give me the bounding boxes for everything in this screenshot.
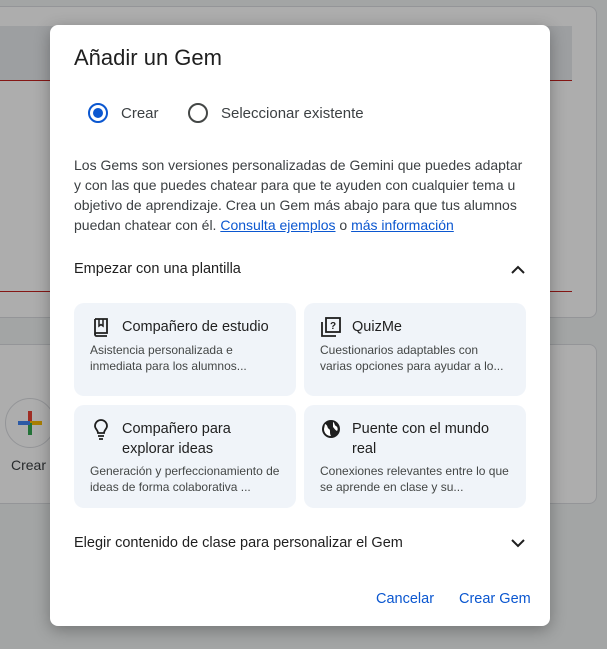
template-title: Compañero para explorar ideas [122,421,231,457]
chevron-up-icon[interactable] [510,261,526,277]
template-card-quizme[interactable]: ? QuizMe Cuestionarios adaptables con va… [304,303,526,396]
book-icon [90,316,112,338]
radio-create-label: Crear [121,104,159,122]
template-title: QuizMe [352,319,402,335]
radio-select-existing[interactable]: Seleccionar existente [188,103,364,123]
radio-create-control[interactable] [88,103,108,123]
template-subtitle: Conexiones relevantes entre lo que se ap… [320,464,509,494]
more-info-link[interactable]: más información [351,217,454,233]
template-title: Puente con el mundo real [352,421,490,457]
class-content-section-header[interactable]: Elegir contenido de clase para personali… [74,535,526,551]
template-card-real-world[interactable]: Puente con el mundo real Conexiones rele… [304,405,526,508]
add-gem-dialog: Añadir un Gem Crear Seleccionar existent… [50,25,550,626]
radio-select-existing-label: Seleccionar existente [221,104,364,122]
template-section-header[interactable]: Empezar con una plantilla [74,261,526,277]
quiz-icon: ? [320,316,342,338]
radio-create[interactable]: Crear [88,103,159,123]
chevron-down-icon[interactable] [510,535,526,551]
svg-text:?: ? [330,321,336,332]
cancel-button[interactable]: Cancelar [376,591,434,607]
radio-select-existing-control[interactable] [188,103,208,123]
create-gem-button[interactable]: Crear Gem [459,591,531,607]
link-separator: o [339,217,348,233]
template-title: Compañero de estudio [122,319,269,335]
template-subtitle: Asistencia personalizada e inmediata par… [90,343,247,373]
template-card-study-partner[interactable]: Compañero de estudio Asistencia personal… [74,303,296,396]
class-content-section-title: Elegir contenido de clase para personali… [74,535,403,551]
template-subtitle: Cuestionarios adaptables con varias opci… [320,343,504,373]
template-card-idea-partner[interactable]: Compañero para explorar ideas Generación… [74,405,296,508]
lightbulb-icon [90,418,112,440]
dialog-description: Los Gems son versiones personalizadas de… [74,155,530,235]
dialog-title: Añadir un Gem [74,45,222,70]
globe-icon [320,418,342,440]
examples-link[interactable]: Consulta ejemplos [220,217,335,233]
template-subtitle: Generación y perfeccionamiento de ideas … [90,464,280,494]
template-section-title: Empezar con una plantilla [74,261,241,277]
